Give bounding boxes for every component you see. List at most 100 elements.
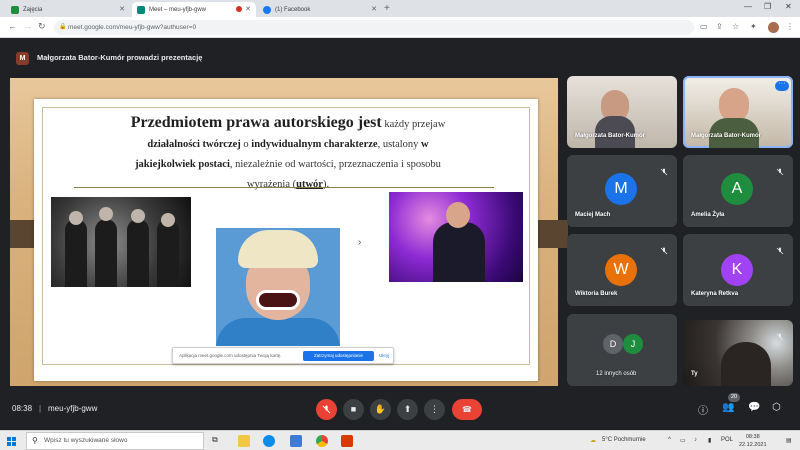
search-icon: ⚲	[32, 436, 38, 445]
profile-avatar[interactable]	[768, 22, 779, 33]
tray-expand-icon[interactable]: ^	[668, 437, 671, 443]
close-icon[interactable]: ✕	[245, 5, 251, 13]
participant-tile[interactable]: W Wiktoria Burek	[567, 234, 677, 306]
google-meet-icon	[137, 5, 145, 14]
taskbar-clock[interactable]: 08:38 22.12.2021	[739, 433, 767, 449]
participant-tile[interactable]: M Maciej Mach	[567, 155, 677, 227]
slide-span: , niezależnie od wartości, przeznaczenia…	[229, 159, 441, 170]
avatar: K	[721, 254, 753, 286]
task-view-icon[interactable]: ⧉	[212, 435, 224, 447]
edge-icon[interactable]	[263, 435, 275, 447]
language-indicator[interactable]: POL	[721, 437, 733, 443]
forward-icon[interactable]: →	[23, 21, 32, 31]
slide-text: Przedmiotem prawa autorskiego jest każdy…	[89, 113, 487, 195]
leave-call-button[interactable]: ☎	[452, 399, 482, 420]
participant-name: Amelia Żyła	[691, 212, 725, 218]
participant-tile[interactable]: K Kateryna Retkva	[683, 234, 793, 306]
star-icon[interactable]: ☆	[732, 22, 739, 31]
face-photo	[216, 228, 340, 346]
share-icon[interactable]: ⇪	[716, 22, 723, 31]
participant-name: Kateryna Retkva	[691, 291, 739, 297]
menu-icon[interactable]: ⋮	[786, 22, 794, 31]
self-tile[interactable]: Ty	[683, 320, 793, 386]
info-icon[interactable]: ⓘ	[698, 402, 708, 417]
slide-line-3: jakiejkolwiek postaci, niezależnie od wa…	[89, 155, 487, 175]
slide-span: w	[421, 139, 429, 150]
slide-span: jakiejkolwiek postaci	[135, 159, 230, 170]
camera-toggle-button[interactable]: ■	[343, 399, 364, 420]
slide-span: każdy przejaw	[381, 119, 446, 130]
activities-icon[interactable]: ⬡	[772, 402, 781, 413]
mic-off-icon	[776, 242, 784, 255]
taskbar-search[interactable]: ⚲ Wpisz tu wyszukiwane słowo	[26, 432, 204, 450]
mic-off-icon	[776, 328, 784, 341]
file-explorer-icon[interactable]	[238, 435, 250, 447]
windows-start-icon[interactable]	[7, 437, 16, 446]
participant-tile[interactable]: Małgorzata Bator-Kumór	[567, 76, 677, 148]
chat-icon[interactable]: 💬	[748, 402, 760, 413]
browser-toolbar: ← → ↻ 🔒 meet.google.com/meu-yfjb-gww?aut…	[0, 17, 800, 38]
meet-header: M Małgorzata Bator-Kumór prowadzi prezen…	[0, 38, 800, 74]
others-label: 12 innych osób	[596, 371, 637, 377]
extensions-icon[interactable]: ✦	[750, 22, 757, 31]
participant-tile[interactable]: A Amelia Żyła	[683, 155, 793, 227]
tab-meet[interactable]: Meet – meu-yfjb-gww ✕	[132, 2, 256, 17]
weather-icon: ☁	[590, 438, 596, 444]
raise-hand-button[interactable]: ✋	[370, 399, 391, 420]
new-tab-button[interactable]: +	[384, 3, 390, 14]
store-icon[interactable]	[290, 435, 302, 447]
meeting-controls: 08:38 | meu-yfjb-gww ■ ✋ ⬆ ⋮ ☎ ⓘ 👥 20 💬 …	[0, 388, 800, 430]
weather-text[interactable]: 5°C Pochmurnie	[602, 437, 646, 443]
network-icon[interactable]: ▭	[680, 437, 686, 444]
tab-label: Zajęcia	[23, 6, 43, 13]
lock-icon: 🔒	[59, 24, 67, 30]
tab-facebook[interactable]: (1) Facebook ✕	[258, 2, 382, 17]
slide-line-2: działalności twórczej o indywidualnym ch…	[89, 135, 487, 155]
notification-text: Aplikacja meet.google.com udostępnia Two…	[179, 353, 282, 358]
singer-photo	[389, 192, 523, 282]
close-icon[interactable]: ✕	[371, 5, 377, 13]
windows-taskbar: ⚲ Wpisz tu wyszukiwane słowo ⧉ ☁ 5°C Poc…	[0, 430, 800, 450]
reload-icon[interactable]: ↻	[38, 21, 46, 32]
others-tile[interactable]: D J 12 innych osób	[567, 314, 677, 386]
hide-button[interactable]: Ukryj	[379, 353, 389, 358]
close-icon[interactable]: ✕	[119, 5, 125, 13]
office-icon[interactable]	[341, 435, 353, 447]
camera-icon[interactable]: ▭	[700, 22, 708, 31]
battery-icon[interactable]: ▮	[708, 437, 711, 444]
present-button[interactable]: ⬆	[397, 399, 418, 420]
participant-name: Wiktoria Burek	[575, 291, 618, 297]
more-options-button[interactable]: ⋮	[424, 399, 445, 420]
more-options-icon[interactable]: ···	[775, 80, 789, 91]
close-window-icon[interactable]: ✕	[785, 2, 792, 11]
volume-icon[interactable]: ♪	[694, 437, 697, 443]
sharing-notification: Aplikacja meet.google.com udostępnia Two…	[172, 347, 394, 364]
mic-off-icon	[660, 242, 668, 255]
slide-span: o	[240, 139, 252, 150]
stop-sharing-button[interactable]: Zatrzymaj udostępnianie	[303, 351, 374, 361]
avatar: M	[605, 173, 637, 205]
slide-span: wyrażenia (	[246, 179, 297, 190]
participant-tile-active[interactable]: ··· Małgorzata Bator-Kumór	[683, 76, 793, 148]
back-icon[interactable]: ←	[8, 21, 17, 31]
tab-zajecia[interactable]: Zajęcia ✕	[6, 2, 130, 17]
presenter-avatar: M	[16, 52, 29, 65]
tab-label: (1) Facebook	[275, 6, 311, 13]
chrome-icon[interactable]	[316, 435, 328, 447]
mic-off-icon	[660, 163, 668, 176]
mic-toggle-button[interactable]	[316, 399, 337, 420]
address-bar[interactable]: 🔒 meet.google.com/meu-yfjb-gww?authuser=…	[54, 20, 694, 35]
more-vert-icon: ⋮	[430, 404, 439, 414]
avatar: A	[721, 173, 753, 205]
people-icon[interactable]: 👥	[722, 402, 734, 413]
maximize-icon[interactable]: ❐	[764, 2, 771, 11]
hand-icon: ✋	[374, 404, 387, 414]
slide-span: ).	[322, 179, 330, 190]
minimize-icon[interactable]: —	[744, 2, 752, 11]
meeting-code: meu-yfjb-gww	[48, 404, 98, 413]
clock-date: 22.12.2021	[739, 442, 767, 448]
slide-span: działalności twórczej	[147, 139, 241, 150]
presentation-stage: Przedmiotem prawa autorskiego jest każdy…	[10, 78, 568, 386]
notifications-icon[interactable]: ▤	[786, 437, 792, 444]
browser-tab-bar: Zajęcia ✕ Meet – meu-yfjb-gww ✕ (1) Face…	[0, 0, 800, 17]
